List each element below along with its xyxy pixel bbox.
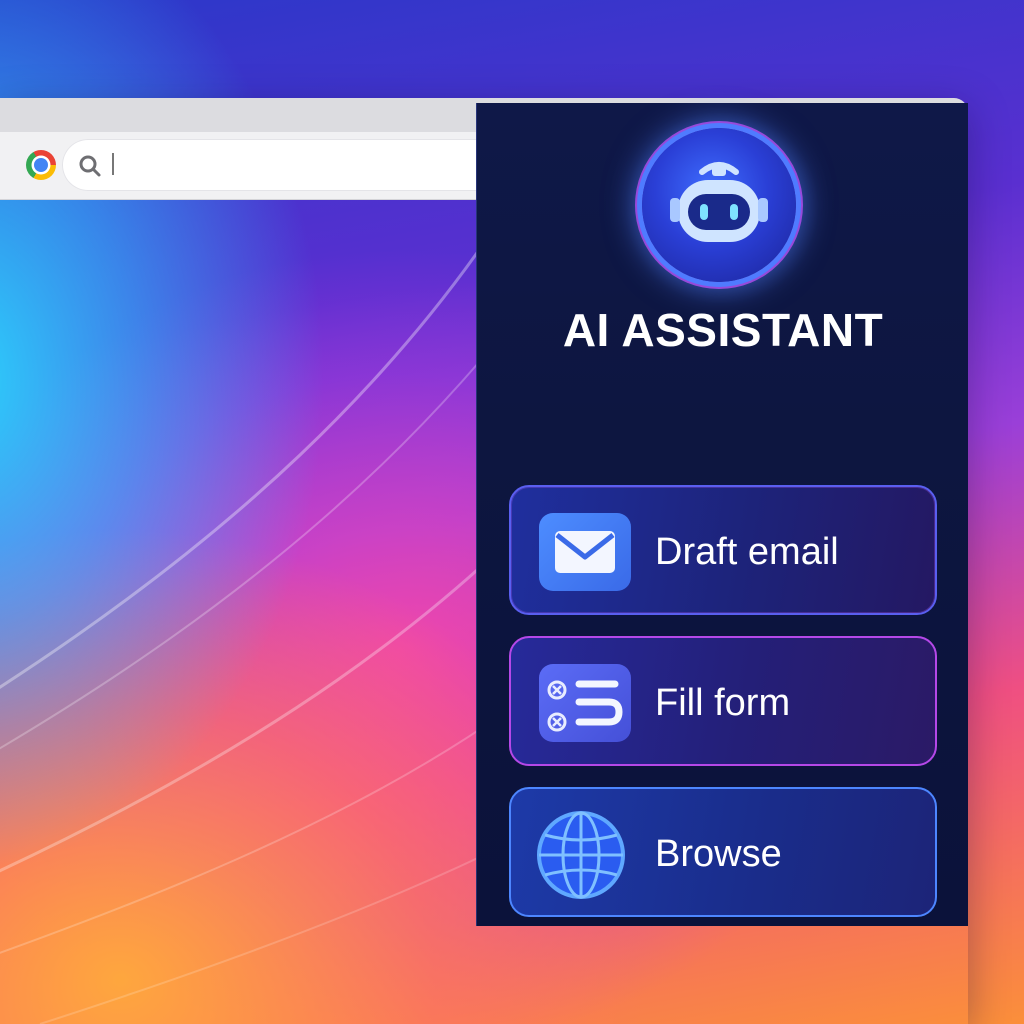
globe-icon [537,811,625,899]
panel-title: AI ASSISTANT [562,304,884,356]
search-icon [79,155,101,177]
fill-form-label: Fill form [655,682,791,724]
form-icon [539,664,631,742]
fill-form-button[interactable]: Fill form [509,636,937,766]
mail-icon [539,513,631,591]
browse-label: Browse [655,833,782,875]
robot-avatar-icon [642,128,796,282]
browse-button[interactable]: Browse [509,787,937,917]
draft-email-label: Draft email [655,531,839,573]
draft-email-button[interactable]: Draft email [509,485,937,615]
chrome-logo-icon[interactable] [26,150,56,180]
ai-assistant-panel: AI ASSISTANT Draft email Fill form Brows… [476,103,968,926]
text-caret [112,153,114,175]
